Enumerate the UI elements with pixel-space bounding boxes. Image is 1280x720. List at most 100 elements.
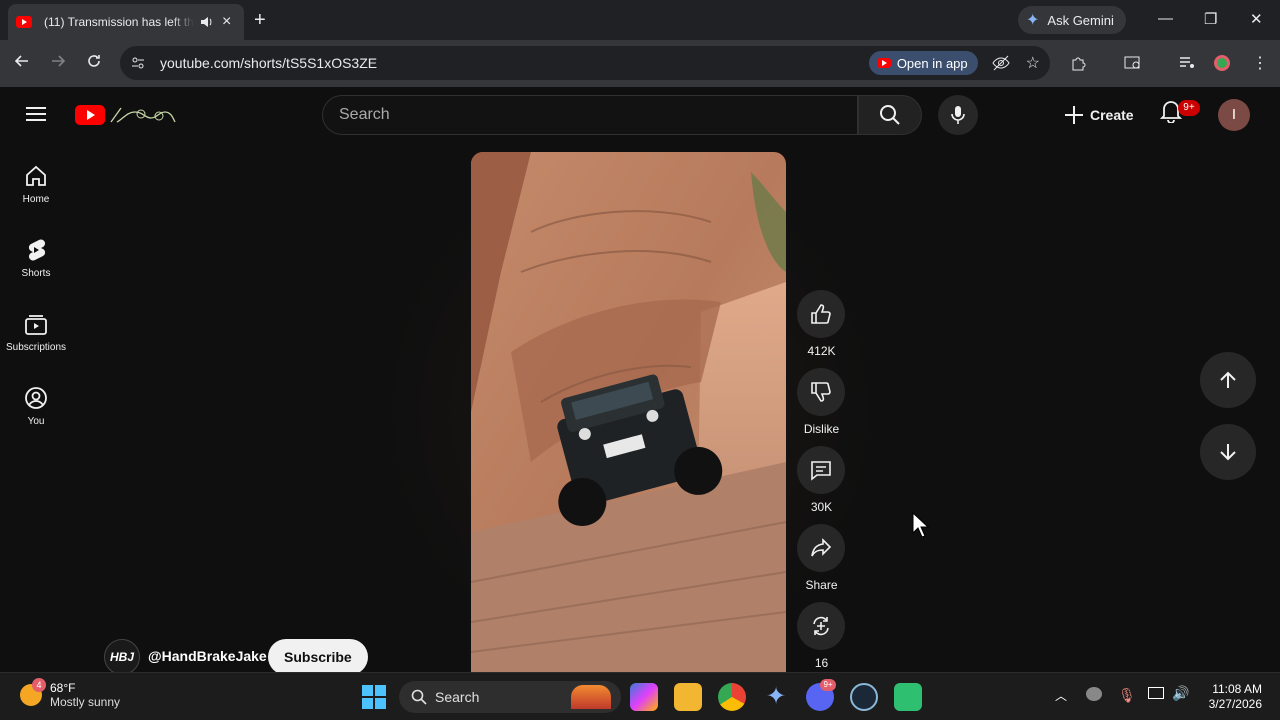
search-button[interactable] [858,95,922,135]
video-frame-jeep-canyon [471,152,786,672]
windows-start-icon[interactable] [362,685,386,709]
dislike-action[interactable]: Dislike [797,368,846,436]
youtube-header: Search Create I [0,87,1280,143]
gemini-app-icon[interactable]: ✦ [762,683,790,711]
taskbar-clock[interactable]: 11:08 AM 3/27/2026 [1200,682,1262,712]
profile-icon[interactable] [1214,55,1230,71]
comments-button[interactable] [797,446,845,494]
browser-menu-icon[interactable]: ⋮ [1252,53,1268,73]
like-button[interactable] [797,290,845,338]
ask-gemini-button[interactable]: ✦ Ask Gemini [1018,6,1126,34]
nav-home-label: Home [22,194,50,205]
ask-gemini-label: Ask Gemini [1047,12,1114,28]
steam-icon[interactable] [850,683,878,711]
speaker-icon[interactable] [200,15,214,29]
onedrive-error-icon[interactable] [1086,687,1102,701]
forward-icon[interactable] [50,53,66,69]
notification-badge: 9+ [1178,100,1200,116]
dislike-button[interactable] [797,368,845,416]
youtube-logo[interactable] [75,104,177,126]
channel-name[interactable]: @HandBrakeJake [148,648,267,664]
youtube-favicon-icon [16,16,32,28]
cast-search-icon[interactable] [1124,54,1142,72]
weather-condition: Mostly sunny [50,695,121,709]
comment-count: 30K [810,500,833,514]
arrow-up-icon [1220,371,1236,388]
like-count: 412K [807,344,836,358]
show-hidden-icons-icon[interactable]: ︿ [1055,687,1067,704]
game-app-icon[interactable] [894,683,922,711]
thumbs-down-icon [811,382,831,402]
taskbar-search[interactable]: Search [399,681,621,713]
file-explorer-icon[interactable] [674,683,702,711]
search-input[interactable]: Search [322,95,858,135]
minimize-icon[interactable]: — [1158,10,1173,27]
remix-button[interactable] [797,602,845,650]
chrome-icon[interactable] [718,683,746,711]
taskbar-search-label: Search [435,689,480,705]
weather-badge: 4 [32,678,46,692]
restore-icon[interactable]: ❐ [1204,10,1217,28]
volume-icon[interactable]: 🔊 [1172,685,1189,702]
url-text[interactable]: youtube.com/shorts/tS5S1xOS3ZE [160,55,869,71]
weather-widget[interactable]: 4 68°F Mostly sunny [20,678,121,709]
reload-icon[interactable] [86,53,102,69]
nav-subscriptions[interactable]: Subscriptions [0,312,72,353]
network-icon[interactable] [1148,687,1164,699]
dislike-label: Dislike [803,422,840,436]
new-tab-icon[interactable]: + [254,9,266,32]
share-arrow-icon [811,538,832,557]
weather-temperature: 68°F [50,681,76,695]
nav-shorts-label: Shorts [21,268,51,279]
browser-tab-bar: (11) Transmission has left the chat × + … [0,0,1280,40]
tab-title: (11) Transmission has left the chat [44,15,194,29]
open-in-app-button[interactable]: Open in app [868,51,978,75]
subscriptions-icon [25,315,47,335]
search-icon [411,689,427,705]
media-control-icon[interactable] [1178,54,1196,72]
create-label: Create [1090,107,1134,123]
search-icon [880,105,900,125]
share-button[interactable] [797,524,845,572]
gemini-spark-icon: ✦ [1026,12,1040,29]
nav-you-label: You [27,416,45,427]
youtube-logo-icon [876,58,891,68]
nav-home[interactable]: Home [0,164,72,205]
share-action[interactable]: Share [797,524,846,592]
channel-avatar[interactable]: HBJ [104,639,140,675]
close-window-icon[interactable]: ✕ [1250,10,1263,28]
hamburger-menu-icon[interactable] [26,106,46,122]
account-avatar[interactable]: I [1218,99,1250,131]
nav-shorts[interactable]: Shorts [0,238,72,279]
copilot-icon[interactable] [630,683,658,711]
comments-action[interactable]: 30K [797,446,846,514]
previous-short-button[interactable] [1200,352,1256,408]
nav-subscriptions-label: Subscriptions [5,342,67,353]
voice-search-button[interactable] [938,95,978,135]
extensions-icon[interactable] [1070,54,1088,72]
account-circle-icon [25,387,47,409]
site-info-icon[interactable] [130,55,146,71]
browser-tab[interactable]: (11) Transmission has left the chat × [8,4,244,40]
remix-action[interactable]: 16 [797,602,846,670]
open-in-app-label: Open in app [896,55,968,71]
windows-taskbar: 4 68°F Mostly sunny Search ✦ 9+ ︿ 🎙 🔊 11… [0,672,1280,720]
like-action[interactable]: 412K [797,290,846,358]
bookmark-star-icon[interactable]: ☆ [1026,53,1040,73]
address-bar[interactable]: youtube.com/shorts/tS5S1xOS3ZE Open in a… [120,46,1050,80]
next-short-button[interactable] [1200,424,1256,480]
close-tab-icon[interactable]: × [222,13,231,31]
share-label: Share [805,578,838,592]
nav-you[interactable]: You [0,386,72,427]
subscribe-button[interactable]: Subscribe [268,639,368,675]
clock-date: 3/27/2026 [1208,697,1262,711]
eye-off-icon[interactable] [992,54,1010,72]
back-icon[interactable] [14,53,30,69]
shorts-video-player[interactable] [471,152,786,672]
microphone-tray-icon[interactable]: 🎙 [1118,687,1136,704]
thumbs-up-icon [811,304,831,324]
create-button[interactable]: Create [1054,95,1144,135]
microphone-icon [951,106,965,124]
search-highlight-icon [571,685,611,709]
remix-icon [813,616,829,636]
